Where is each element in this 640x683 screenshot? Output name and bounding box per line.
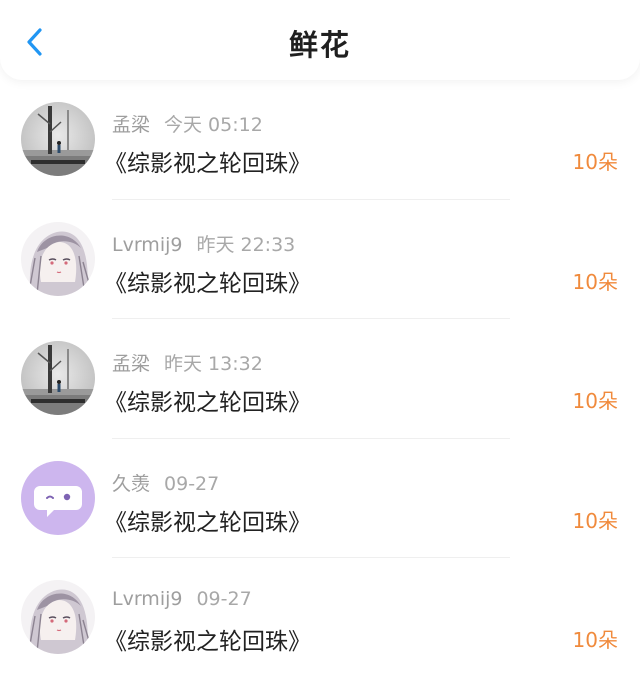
list-item[interactable]: Lvrmij9 昨天 22:33 《综影视之轮回珠》 10朵 <box>0 200 640 319</box>
timestamp: 09-27 <box>164 472 220 495</box>
top-bar: 鲜花 <box>0 0 640 80</box>
user-name[interactable]: 孟梁 <box>112 114 150 136</box>
flower-count: 10朵 <box>572 389 618 413</box>
chat-bubble-avatar-icon <box>21 460 95 535</box>
book-title[interactable]: 《综影视之轮回珠》 <box>104 503 311 537</box>
user-name[interactable]: Lvrmij9 <box>112 588 182 610</box>
book-title[interactable]: 《综影视之轮回珠》 <box>104 383 311 417</box>
flower-records-screen: 鲜花 孟梁 今天 05:12 《综影视之轮回珠》 10朵 Lvrmij9 昨天 … <box>0 0 640 683</box>
anime-girl-avatar-icon <box>21 221 95 296</box>
list-item[interactable]: Lvrmij9 09-27 《综影视之轮回珠》 10朵 <box>0 558 640 678</box>
timestamp: 09-27 <box>196 588 252 610</box>
landscape-avatar-icon <box>21 341 95 415</box>
item-meta: Lvrmij9 昨天 22:33 <box>112 230 295 257</box>
item-meta: Lvrmij9 09-27 <box>112 588 252 610</box>
list-item[interactable]: 久羡 09-27 《综影视之轮回珠》 10朵 <box>0 439 640 558</box>
avatar[interactable] <box>21 580 95 654</box>
flower-count: 10朵 <box>572 269 618 294</box>
list-item[interactable]: 孟梁 昨天 13:32 《综影视之轮回珠》 10朵 <box>0 319 640 439</box>
flower-count: 10朵 <box>572 628 618 652</box>
item-meta: 久羡 09-27 <box>112 469 219 496</box>
book-title[interactable]: 《综影视之轮回珠》 <box>104 264 311 298</box>
page-title: 鲜花 <box>288 28 351 62</box>
landscape-avatar-icon <box>21 102 95 176</box>
item-meta: 孟梁 昨天 13:32 <box>112 349 263 376</box>
flower-count: 10朵 <box>572 150 618 174</box>
flower-count: 10朵 <box>572 508 618 533</box>
item-meta: 孟梁 今天 05:12 <box>112 110 263 137</box>
list-item[interactable]: 孟梁 今天 05:12 《综影视之轮回珠》 10朵 <box>0 80 640 200</box>
book-title[interactable]: 《综影视之轮回珠》 <box>104 622 311 656</box>
avatar[interactable] <box>21 102 95 176</box>
timestamp: 今天 05:12 <box>164 114 263 136</box>
book-title[interactable]: 《综影视之轮回珠》 <box>104 144 311 178</box>
user-name[interactable]: 孟梁 <box>112 353 150 375</box>
timestamp: 昨天 22:33 <box>196 233 296 256</box>
avatar[interactable] <box>21 341 95 415</box>
timestamp: 昨天 13:32 <box>164 353 263 375</box>
anime-girl-avatar-icon <box>21 580 95 654</box>
user-name[interactable]: 久羡 <box>112 473 150 495</box>
avatar[interactable] <box>21 460 95 535</box>
user-name[interactable]: Lvrmij9 <box>112 234 182 256</box>
avatar[interactable] <box>21 221 95 296</box>
flower-list: 孟梁 今天 05:12 《综影视之轮回珠》 10朵 Lvrmij9 昨天 22:… <box>0 80 640 678</box>
